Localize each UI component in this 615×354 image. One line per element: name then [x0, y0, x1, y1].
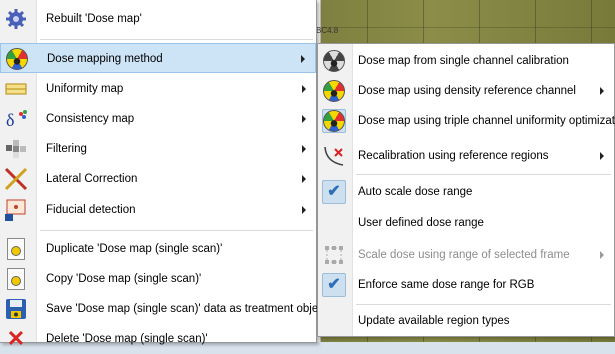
delete-icon: ✕ — [6, 326, 26, 351]
submenu-arrow-icon — [302, 175, 306, 183]
submenu-arrow-icon — [302, 206, 306, 214]
menu-item-label: Save 'Dose map (single scan)' data as tr… — [46, 303, 340, 315]
gear-icon — [4, 7, 28, 31]
menu-item-label: Dose map from single channel calibration — [358, 55, 569, 67]
submenu-item-update-region-types[interactable]: Update available region types — [318, 306, 614, 336]
menu-item-label: Auto scale dose range — [358, 186, 473, 198]
menu-separator — [40, 39, 313, 40]
menu-item-lateral-correction[interactable]: Lateral Correction — [0, 164, 316, 194]
menu-item-delete[interactable]: ✕ Delete 'Dose map (single scan)' — [0, 324, 316, 354]
menu-item-uniformity-map[interactable]: Uniformity map — [0, 74, 316, 104]
menu-item-label: Delete 'Dose map (single scan)' — [46, 333, 208, 345]
submenu-item-recalibration[interactable]: Recalibration using reference regions — [318, 141, 614, 171]
lateral-correction-icon — [4, 167, 28, 191]
check-icon: ✔ — [322, 273, 346, 297]
submenu-arrow-icon — [600, 152, 604, 160]
save-icon — [4, 297, 28, 321]
empty-icon-slot — [322, 309, 346, 333]
menu-item-label: Dose mapping method — [47, 53, 163, 65]
empty-icon-slot — [322, 211, 346, 235]
menu-item-label: Uniformity map — [46, 83, 124, 95]
menu-item-consistency-map[interactable]: δ Consistency map — [0, 104, 316, 134]
submenu-item-enforce-rgb[interactable]: ✔ Enforce same dose range for RGB — [318, 270, 614, 300]
menu-separator — [40, 230, 313, 231]
menu-item-filtering[interactable]: Filtering — [0, 134, 316, 164]
submenu-item-single-channel[interactable]: Dose map from single channel calibration — [318, 46, 614, 76]
menu-item-label: Scale dose using range of selected frame — [358, 249, 570, 261]
menu-separator — [356, 174, 611, 175]
submenu-item-auto-scale[interactable]: ✔ Auto scale dose range — [318, 177, 614, 207]
menu-item-label: Dose map using density reference channel — [358, 85, 576, 97]
menu-item-copy[interactable]: Copy 'Dose map (single scan)' — [0, 264, 316, 294]
submenu-item-density-reference[interactable]: Dose map using density reference channel — [318, 76, 614, 106]
menu-item-label: Enforce same dose range for RGB — [358, 279, 535, 291]
submenu-item-triple-channel[interactable]: Dose map using triple channel uniformity… — [318, 106, 615, 136]
submenu-arrow-icon — [600, 251, 604, 259]
menu-separator — [356, 304, 611, 305]
submenu-arrow-icon — [302, 85, 306, 93]
radiation-icon — [5, 47, 29, 71]
image-label: BC4.8 — [316, 26, 339, 35]
submenu-arrow-icon — [302, 145, 306, 153]
submenu-arrow-icon — [302, 115, 306, 123]
menu-item-label: Lateral Correction — [46, 173, 138, 185]
menu-item-label: Filtering — [46, 143, 87, 155]
svg-text:δ: δ — [6, 110, 14, 130]
menu-item-label: Update available region types — [358, 315, 510, 327]
menu-item-label: Duplicate 'Dose map (single scan)' — [46, 243, 223, 255]
curve-x-icon — [322, 144, 346, 168]
menu-item-rebuild-dose-map[interactable]: Rebuilt 'Dose map' — [0, 4, 316, 34]
menu-item-save-treatment-object[interactable]: Save 'Dose map (single scan)' data as tr… — [0, 294, 340, 324]
menu-item-dose-mapping-method[interactable]: Dose mapping method — [0, 43, 316, 73]
menu-item-label: Recalibration using reference regions — [358, 150, 549, 162]
submenu-item-user-defined-range[interactable]: User defined dose range — [318, 208, 614, 238]
menu-item-label: Dose map using triple channel uniformity… — [358, 115, 615, 127]
menu-item-fiducial-detection[interactable]: Fiducial detection — [0, 195, 316, 225]
menu-item-label: Copy 'Dose map (single scan)' — [46, 273, 202, 285]
uniformity-icon — [4, 77, 28, 101]
menu-item-label: Consistency map — [46, 113, 135, 125]
delta-icon: δ — [4, 107, 28, 131]
menu-item-label: Rebuilt 'Dose map' — [46, 13, 142, 25]
dose-mapping-submenu: Dose map from single channel calibration… — [317, 43, 615, 337]
menu-item-label: User defined dose range — [358, 217, 484, 229]
radiation-icon — [322, 79, 346, 103]
filter-icon — [4, 137, 28, 161]
submenu-arrow-icon — [600, 87, 604, 95]
duplicate-doc-icon — [4, 237, 28, 261]
menu-item-label: Fiducial detection — [46, 204, 136, 216]
submenu-item-scale-selected-frame[interactable]: Scale dose using range of selected frame — [318, 240, 614, 270]
check-icon: ✔ — [322, 180, 346, 204]
menu-item-duplicate[interactable]: Duplicate 'Dose map (single scan)' — [0, 234, 316, 264]
frame-icon — [322, 243, 346, 267]
radiation-icon — [322, 109, 346, 133]
context-menu: Rebuilt 'Dose map' Dose mapping method U… — [0, 0, 340, 350]
submenu-arrow-icon — [301, 55, 305, 63]
radiation-gray-icon — [322, 49, 346, 73]
fiducial-icon — [4, 198, 28, 222]
copy-doc-icon — [4, 267, 28, 291]
